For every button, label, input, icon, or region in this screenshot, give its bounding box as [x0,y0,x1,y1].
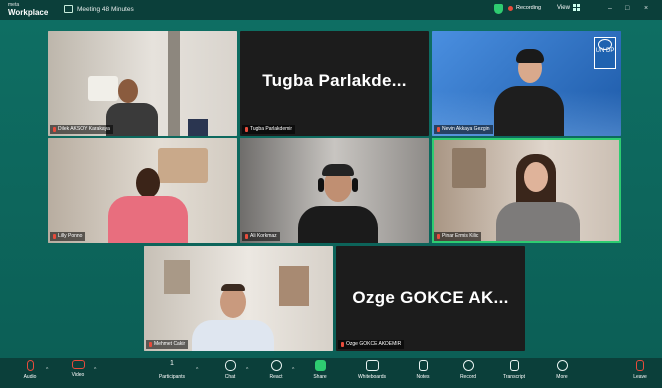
participants-options-caret[interactable]: ^ [196,367,198,373]
share-label: Share [313,374,327,380]
participant-tile-3[interactable]: UN DP Nevin Akkaya Gezgin [432,31,621,136]
leave-label: Leave [633,374,647,380]
participant-tile-4[interactable]: Lilly Ponno [48,138,237,243]
participant-display-name: Tugba Parlakde... [262,71,407,90]
chat-bubble-icon [224,360,236,371]
mic-muted-icon [437,127,440,132]
video-options-caret[interactable]: ^ [94,367,96,373]
meeting-toolbar: Audio ^ Video ^ 1 Participants ^ Chat ^ … [0,358,662,388]
participant-name: Ozge GOKCE AKDEMIR [346,341,402,347]
whiteboards-button[interactable]: Whiteboards [352,360,392,380]
mic-muted-icon [245,127,248,132]
notes-label: Notes [416,374,430,380]
video-label: Video [71,372,85,378]
close-button[interactable]: × [644,5,648,12]
view-label: View [557,4,570,11]
microphone-muted-icon [26,360,34,371]
recording-label: Recording [516,5,542,11]
whiteboard-icon [365,360,379,371]
meeting-title: Meeting 48 Minutes [64,5,134,13]
camera-off-icon [71,360,85,369]
leave-button[interactable]: Leave [620,360,660,380]
audio-options-caret[interactable]: ^ [46,367,48,373]
react-button[interactable]: React [256,360,296,380]
video-button[interactable]: Video [58,360,98,378]
participant-name: Tugba Parlakdemir [250,126,293,132]
maximize-button[interactable]: □ [625,5,629,12]
participant-tile-6[interactable]: Pinar Ermis Kilic [432,138,621,243]
recording-indicator[interactable]: Recording [508,5,541,11]
brand-name: Workplace [8,8,49,17]
app-logo: meta Workplace [8,2,49,17]
minimize-button[interactable]: – [608,5,612,12]
heart-icon [270,360,282,371]
view-button[interactable]: View [557,4,580,11]
participant-tile-2[interactable]: Tugba Parlakde... Tugba Parlakdemir [240,31,429,136]
meeting-icon [64,5,73,13]
notes-icon [418,360,428,371]
participant-tile-7[interactable]: Mehmet Cakir [144,246,333,351]
mic-muted-icon [341,342,344,347]
react-options-caret[interactable]: ^ [292,367,294,373]
audio-button[interactable]: Audio [10,360,50,380]
notes-button[interactable]: Notes [403,360,443,380]
mic-muted-icon [245,234,248,239]
participant-name-tag: Pinar Ermis Kilic [434,232,482,241]
top-bar: meta Workplace Meeting 48 Minutes Record… [0,0,662,20]
participant-name-tag: Ali Korkmaz [242,232,280,241]
share-screen-icon [314,360,326,371]
participants-label: Participants [158,374,186,380]
participants-button[interactable]: 1 Participants [152,360,192,380]
mic-muted-icon [53,234,56,239]
more-dots-icon [556,360,568,371]
participant-name-tag: Dilek AKSOY Karakaya [50,125,113,134]
transcript-icon [509,360,519,371]
participant-name: Nevin Akkaya Gezgin [442,126,490,132]
share-button[interactable]: Share [300,360,340,380]
participant-name: Dilek AKSOY Karakaya [58,126,110,132]
participant-tile-1[interactable]: Dilek AKSOY Karakaya [48,31,237,136]
mic-muted-icon [149,342,152,347]
more-label: More [556,374,568,380]
mic-muted-icon [437,234,440,239]
participant-name-tag: Ozge GOKCE AKDEMIR [338,340,405,349]
participant-name: Pinar Ermis Kilic [442,233,479,239]
video-grid: Dilek AKSOY Karakaya Tugba Parlakde... T… [0,20,662,358]
participant-name: Ali Korkmaz [250,233,277,239]
chat-label: Chat [224,374,236,380]
security-shield-icon[interactable] [494,4,503,14]
participant-name: Lilly Ponno [58,233,83,239]
leave-door-icon [636,360,644,371]
participant-name-tag: Mehmet Cakir [146,340,189,349]
participants-icon: 1 [152,360,192,371]
transcript-button[interactable]: Transcript [494,360,534,380]
react-label: React [269,374,283,380]
chat-options-caret[interactable]: ^ [246,367,248,373]
whiteboards-label: Whiteboards [357,374,387,380]
grid-view-icon [572,4,580,11]
transcript-label: Transcript [502,374,526,380]
participant-name-tag: Tugba Parlakdemir [242,125,296,134]
mic-muted-icon [53,127,56,132]
chat-button[interactable]: Chat [210,360,250,380]
participant-display-name: Ozge GOKCE AK... [352,288,509,307]
record-button[interactable]: Record [448,360,488,380]
participant-tile-8[interactable]: Ozge GOKCE AK... Ozge GOKCE AKDEMIR [336,246,525,351]
record-icon [462,360,474,371]
audio-label: Audio [23,374,37,380]
record-label: Record [459,374,477,380]
meeting-title-text: Meeting 48 Minutes [77,5,134,13]
participant-name-tag: Nevin Akkaya Gezgin [434,125,493,134]
more-button[interactable]: More [542,360,582,380]
participants-count: 1 [170,360,174,367]
record-dot-icon [508,5,513,11]
participant-tile-5[interactable]: Ali Korkmaz [240,138,429,243]
brand-small: meta [8,2,20,8]
participant-name: Mehmet Cakir [154,341,186,347]
participant-name-tag: Lilly Ponno [50,232,86,241]
